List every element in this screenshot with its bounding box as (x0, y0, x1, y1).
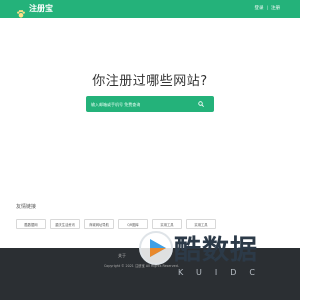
brand-name: 注册宝 (29, 4, 53, 13)
friend-link[interactable]: 酷数据网 (16, 219, 46, 229)
register-link[interactable]: 注册 (271, 5, 280, 13)
search-button[interactable] (194, 97, 208, 111)
friend-link[interactable]: 重庆生活资讯 (50, 219, 80, 229)
paw-icon (16, 4, 26, 18)
watermark-title: 酷数据 (174, 235, 258, 266)
auth-links: 登录 | 注册 (254, 5, 280, 13)
nav-separator: | (266, 6, 268, 11)
login-link[interactable]: 登录 (254, 5, 263, 13)
top-navigation-bar: 注册宝 登录 | 注册 (0, 0, 300, 18)
search-icon (198, 101, 204, 107)
site-logo[interactable]: 注册宝 (16, 4, 53, 18)
watermark-subtitle: KUIDC (178, 268, 268, 277)
watermark-play-icon (138, 230, 174, 266)
watermark: 酷数据 KUIDC (138, 226, 288, 292)
friend-links-heading: 友情链接 (16, 204, 37, 210)
about-link[interactable]: 关于 (118, 253, 126, 259)
friend-link[interactable]: 商城网址导航 (84, 219, 114, 229)
page: 注册宝 登录 | 注册 你注册过哪些网站? 友情链接 酷数据网 重庆生活资讯 商… (0, 0, 300, 300)
search-input[interactable] (91, 99, 194, 109)
hero-title: 你注册过哪些网站? (92, 74, 208, 89)
search-box (86, 96, 214, 112)
